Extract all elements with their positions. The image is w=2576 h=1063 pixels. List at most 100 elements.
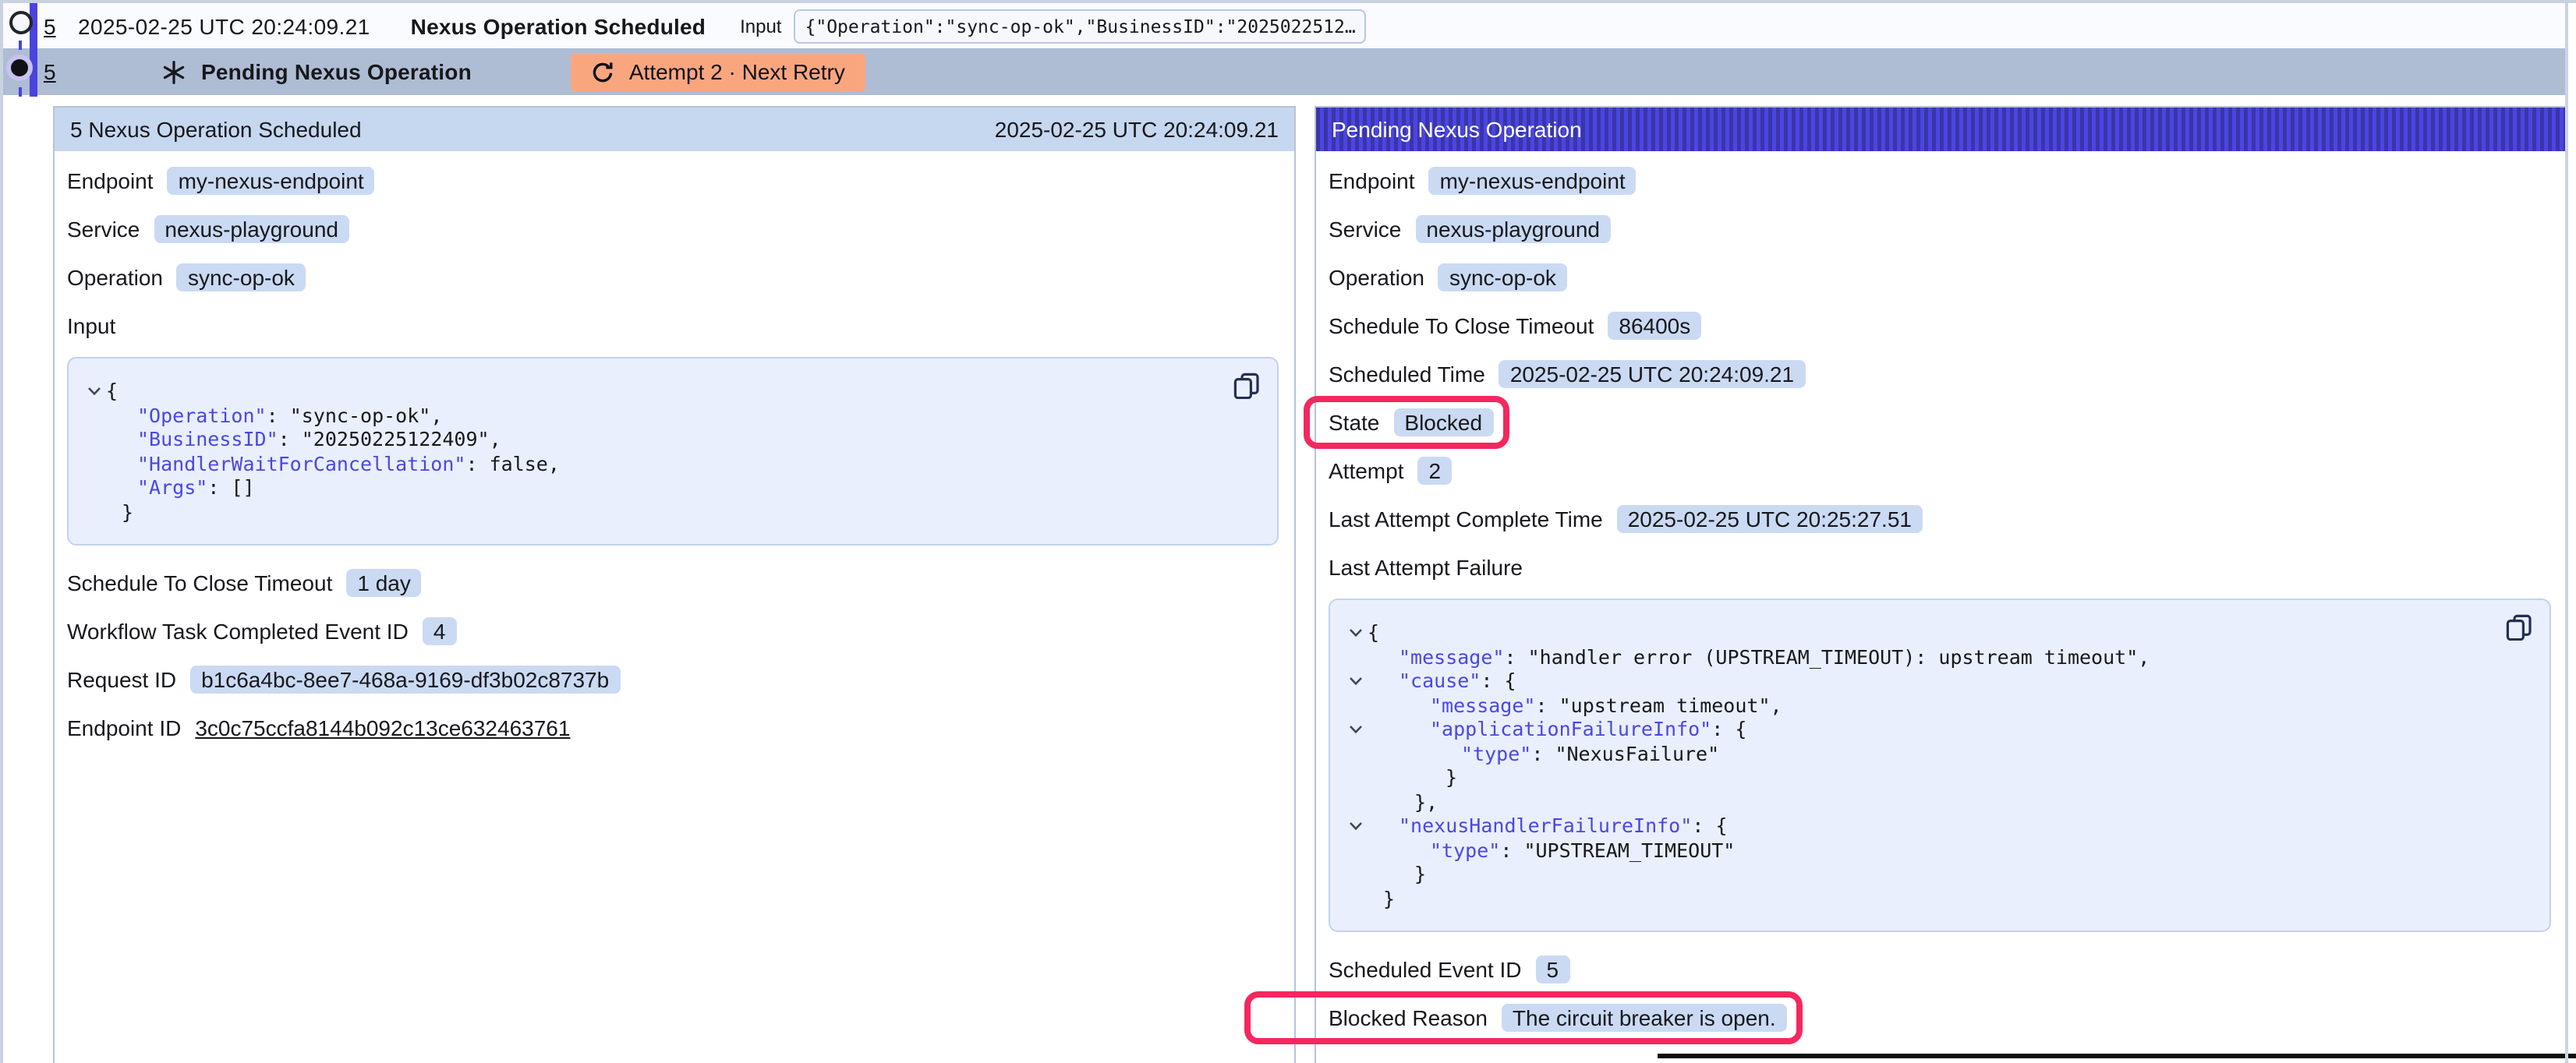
code-text: } [1445,766,1457,789]
event-time: 2025-02-25 UTC 20:24:09.21 [78,13,370,38]
collapse-chevron-icon[interactable] [1343,725,1368,734]
event-id-link[interactable]: 5 [44,59,59,84]
code-line: } [1343,765,2528,789]
code-text: "cause": { [1399,669,1516,693]
field-label: Endpoint [67,168,154,193]
endpoint-id-link[interactable]: 3c0c75ccfa8144b092c13ce632463761 [195,715,570,740]
code-text: }, [1414,790,1438,814]
code-line: }, [1343,789,2528,814]
field-value-chip: The circuit breaker is open. [1502,1004,1787,1032]
attempt-badge-label: Attempt 2 · Next Retry [629,59,845,84]
field-label: Workflow Task Completed Event ID [67,619,409,644]
code-text: "HandlerWaitForCancellation": false, [137,452,560,475]
field-value-chip: 2 [1418,457,1453,485]
field-label: Request ID [67,667,176,692]
field-label: Attempt [1329,458,1404,483]
field-row: Endpointmy-nexus-endpoint [1329,164,2551,198]
field-label: Operation [1329,265,1424,290]
code-text: "applicationFailureInfo": { [1430,718,1746,741]
collapse-chevron-icon[interactable] [1343,676,1368,686]
field-row: Servicenexus-playground [67,212,1279,246]
field-row: Scheduled Time 2025-02-25 UTC 20:24:09.21 [1329,357,2551,391]
field-label: Blocked Reason [1329,1005,1488,1030]
card-title: 5 Nexus Operation Scheduled [70,117,362,142]
code-line: "Args": [] [81,475,1255,500]
field-label: Input [67,313,115,338]
event-detail-panels: 5 Nexus Operation Scheduled 2025-02-25 U… [53,106,2568,1063]
code-text: "Operation": "sync-op-ok", [137,404,442,427]
window-right-border [2565,3,2568,1063]
field-row: State Blocked [1329,405,2551,440]
card-title: Pending Nexus Operation [1332,117,1582,142]
code-text: } [122,500,133,524]
collapse-chevron-icon[interactable] [1343,628,1368,637]
field-value-chip: b1c6a4bc-8ee7-468a-9169-df3b02c8737b [190,666,620,694]
field-row: Last Attempt Failure [1329,550,2551,584]
annotated-field: Blocked Reason The circuit breaker is ope… [1329,1004,1787,1032]
field-label: State [1329,410,1379,435]
code-line: "message": "upstream timeout", [1343,693,2528,717]
json-code-block: {"Operation": "sync-op-ok","BusinessID":… [67,357,1279,546]
field-row: Schedule To Close Timeout 1 day [67,566,1279,600]
field-label: Operation [67,265,163,290]
event-rows: 5 2025-02-25 UTC 20:24:09.21 Nexus Opera… [3,3,2568,95]
event-id-link[interactable]: 5 [44,13,59,38]
retry-icon [592,60,615,83]
copy-icon[interactable] [2506,614,2532,641]
field-value-chip: 4 [423,617,457,645]
temporal-event-history-view: 5 2025-02-25 UTC 20:24:09.21 Nexus Opera… [0,0,2576,1063]
field-row: Request ID b1c6a4bc-8ee7-468a-9169-df3b02… [67,662,1279,697]
field-value-chip: 1 day [346,569,422,597]
field-label: Last Attempt Complete Time [1329,507,1603,532]
copy-icon[interactable] [1233,373,1260,399]
collapse-chevron-icon[interactable] [1343,821,1368,831]
field-value-chip: 5 [1536,955,1570,984]
code-text: } [1383,887,1395,910]
code-text: "type": "UPSTREAM_TIMEOUT" [1430,839,1735,862]
field-row: Workflow Task Completed Event ID 4 [67,614,1279,648]
event-row-scheduled[interactable]: 5 2025-02-25 UTC 20:24:09.21 Nexus Opera… [3,3,2568,48]
field-row: Last Attempt Complete Time 2025-02-25 UTC… [1329,502,2551,536]
field-row: Attempt 2 [1329,454,2551,488]
field-row: Scheduled Event ID5 [1329,952,2551,987]
input-preview-chip: {"Operation":"sync-op-ok","BusinessID":"… [794,9,1367,43]
field-row: Endpoint ID3c0c75ccfa8144b092c13ce632463… [67,711,1279,745]
pending-card-header: Pending Nexus Operation [1316,108,2567,151]
field-row: Schedule To Close Timeout86400s [1329,309,2551,343]
field-row: Servicenexus-playground [1329,212,2551,246]
code-line: "message": "handler error (UPSTREAM_TIME… [1343,645,2528,669]
code-line: } [81,500,1255,524]
code-line: } [1343,862,2528,886]
field-value-chip: my-nexus-endpoint [168,167,375,195]
json-code-block: {"message": "handler error (UPSTREAM_TIM… [1329,599,2551,932]
field-label: Last Attempt Failure [1329,555,1523,580]
code-line: "cause": { [1343,669,2528,693]
code-text: "BusinessID": "20250225122409", [137,428,501,451]
code-text: "Args": [] [137,476,255,500]
code-text: "message": "upstream timeout", [1430,694,1782,717]
code-text: "message": "handler error (UPSTREAM_TIME… [1399,645,2150,669]
field-label: Scheduled Time [1329,362,1485,387]
field-label: Schedule To Close Timeout [67,570,332,595]
field-value-chip: 2025-02-25 UTC 20:25:27.51 [1617,505,1923,533]
pending-operation-card: Pending Nexus Operation Endpointmy-nexus… [1315,106,2568,1063]
field-row: Blocked Reason The circuit breaker is ope… [1329,1001,2551,1035]
field-row: Input [67,309,1279,343]
event-row-pending[interactable]: 5 Pending Nexus Operation Attempt 2 · Ne… [3,48,2568,95]
code-line: "type": "UPSTREAM_TIMEOUT" [1343,838,2528,862]
code-line: "BusinessID": "20250225122409", [81,427,1255,451]
code-line: "Operation": "sync-op-ok", [81,403,1255,427]
field-value-chip: 2025-02-25 UTC 20:24:09.21 [1499,360,1805,388]
code-line: "HandlerWaitForCancellation": false, [81,451,1255,475]
scheduled-event-card: 5 Nexus Operation Scheduled 2025-02-25 U… [53,106,1296,1063]
collapse-chevron-icon[interactable] [81,387,106,396]
card-time: 2025-02-25 UTC 20:24:09.21 [995,117,1279,142]
code-line: "type": "NexusFailure" [1343,741,2528,765]
code-line: } [1343,886,2528,910]
field-value-chip: Blocked [1393,408,1493,436]
input-label: Input [740,15,781,37]
code-line: "applicationFailureInfo": { [1343,717,2528,741]
field-label: Service [67,217,140,242]
scheduled-card-header: 5 Nexus Operation Scheduled 2025-02-25 U… [55,108,1294,151]
field-row: Operationsync-op-ok [1329,260,2551,295]
